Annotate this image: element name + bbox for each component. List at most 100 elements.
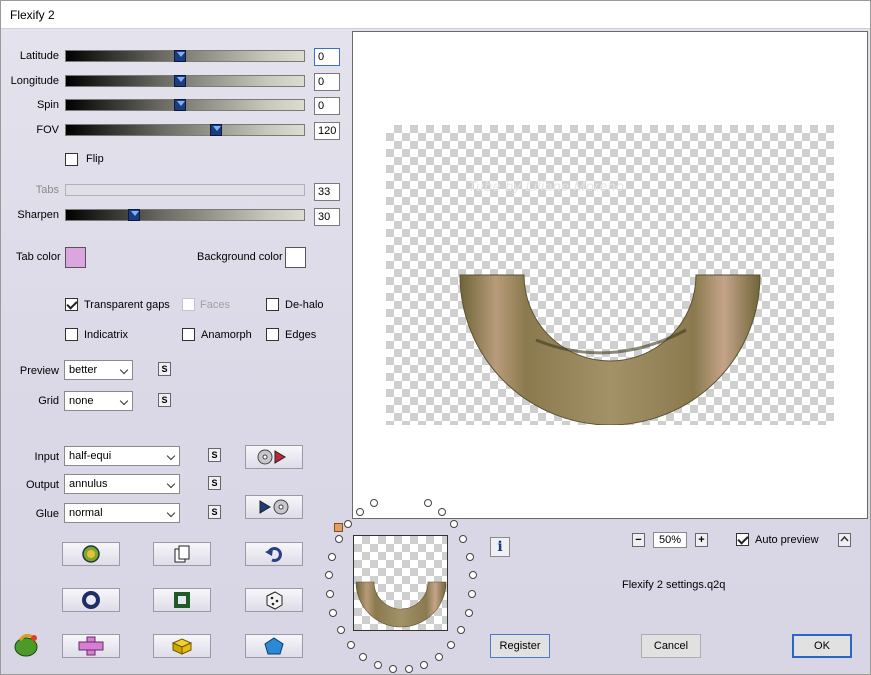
spin-slider[interactable] (65, 99, 305, 111)
indicatrix-checkbox[interactable] (65, 328, 78, 341)
sharpen-label: Sharpen (17, 209, 59, 221)
navigator-dot[interactable] (457, 626, 466, 635)
slider-thumb[interactable] (210, 124, 222, 136)
transparent-gaps-checkbox[interactable] (65, 298, 78, 311)
fov-label: FOV (36, 124, 59, 136)
navigator-dot[interactable] (344, 520, 353, 528)
navigator-dot[interactable] (437, 507, 446, 516)
slider-thumb[interactable] (174, 75, 186, 87)
navigator-dot[interactable] (420, 660, 429, 669)
slider-thumb[interactable] (174, 99, 186, 111)
grid-select[interactable]: none (64, 391, 133, 411)
latitude-value[interactable]: 0 (314, 48, 340, 66)
navigator-dot[interactable] (423, 498, 432, 507)
sharpen-value[interactable]: 30 (314, 208, 340, 226)
navigator-dot[interactable] (346, 640, 355, 649)
longitude-label: Longitude (10, 75, 59, 87)
slider-thumb[interactable] (128, 209, 140, 221)
register-button[interactable]: Register (490, 634, 550, 658)
auto-preview-checkbox[interactable] (736, 533, 749, 546)
navigator-dot[interactable] (336, 626, 345, 635)
fov-value[interactable]: 120 (314, 122, 340, 140)
play-disc-icon (259, 499, 289, 515)
spin-value[interactable]: 0 (314, 97, 340, 115)
play-input-button[interactable] (245, 445, 303, 469)
collapse-button[interactable] (838, 533, 851, 547)
thumbnail-handle[interactable] (334, 523, 343, 532)
cross-icon (78, 636, 104, 656)
undo-button[interactable] (245, 542, 303, 566)
navigator-dot[interactable] (325, 590, 334, 599)
navigator-dot[interactable] (449, 520, 458, 528)
slider-thumb[interactable] (174, 50, 186, 62)
preview-s-button[interactable]: S (158, 362, 171, 376)
transparent-gaps-label: Transparent gaps (84, 299, 170, 311)
title-bar: Flexify 2 (1, 1, 870, 29)
ok-button[interactable]: OK (792, 634, 852, 658)
disc-play-icon (257, 449, 286, 465)
navigator-dot[interactable] (464, 608, 473, 617)
edges-label: Edges (285, 329, 317, 341)
frame-button[interactable] (153, 588, 211, 612)
cube-button[interactable] (153, 634, 211, 658)
navigator-dot[interactable] (325, 571, 334, 580)
navigator-dot[interactable] (359, 652, 368, 661)
grid-s-button[interactable]: S (158, 393, 171, 407)
navigator-dot[interactable] (465, 552, 474, 561)
navigator-dot[interactable] (404, 664, 413, 673)
fov-slider[interactable] (65, 124, 305, 136)
glue-s-button[interactable]: S (208, 505, 221, 519)
cancel-button[interactable]: Cancel (641, 634, 701, 658)
output-select[interactable]: annulus (64, 474, 180, 494)
input-select[interactable]: half-equi (64, 446, 180, 466)
longitude-slider[interactable] (65, 75, 305, 87)
cross-button[interactable] (62, 634, 120, 658)
flexify-dialog: Flexify 2 Latitude 0 Longitude 0 Spin 0 … (0, 0, 871, 675)
input-select-value: half-equi (69, 450, 112, 462)
tabs-label: Tabs (35, 184, 59, 196)
anamorph-checkbox[interactable] (182, 328, 195, 341)
navigator-dot[interactable] (373, 660, 382, 669)
sharpen-slider[interactable] (65, 209, 305, 221)
glue-select[interactable]: normal (64, 503, 180, 523)
info-icon[interactable]: i (490, 537, 510, 557)
navigator-dot[interactable] (328, 552, 337, 561)
copy-button[interactable] (153, 542, 211, 566)
dice-button[interactable] (245, 588, 303, 612)
navigator-dot[interactable] (334, 535, 343, 544)
output-label: Output (25, 479, 59, 491)
thumbnail-preview[interactable] (353, 535, 448, 631)
faces-checkbox (182, 298, 195, 311)
background-color-swatch[interactable] (285, 247, 306, 268)
random-button[interactable] (62, 542, 120, 566)
de-halo-checkbox[interactable] (266, 298, 279, 311)
navigator-dot[interactable] (329, 608, 338, 617)
spin-label: Spin (36, 99, 59, 111)
tabs-slider (65, 184, 305, 196)
zoom-out-button[interactable]: − (632, 533, 645, 547)
glue-label: Glue (35, 508, 59, 520)
navigator-dot[interactable] (459, 535, 468, 544)
tabs-value[interactable]: 33 (314, 183, 340, 201)
dialog-client: Latitude 0 Longitude 0 Spin 0 FOV 120 Fl… (1, 29, 870, 674)
navigator-dot[interactable] (447, 640, 456, 649)
output-s-button[interactable]: S (208, 476, 221, 490)
input-s-button[interactable]: S (208, 448, 221, 462)
cube-icon (171, 638, 193, 655)
flip-checkbox[interactable] (65, 153, 78, 166)
longitude-value[interactable]: 0 (314, 73, 340, 91)
navigator-dot[interactable] (389, 664, 398, 673)
pentagon-button[interactable] (245, 634, 303, 658)
preview-select[interactable]: better (64, 360, 133, 380)
latitude-slider[interactable] (65, 50, 305, 62)
tab-color-swatch[interactable] (65, 247, 86, 268)
flip-label: Flip (86, 153, 104, 165)
ring-button[interactable] (62, 588, 120, 612)
zoom-in-button[interactable]: + (695, 533, 708, 547)
edges-checkbox[interactable] (266, 328, 279, 341)
navigator-dot[interactable] (468, 590, 477, 599)
navigator-dot[interactable] (434, 652, 443, 661)
preview-pane[interactable]: Tube by Liliane Moreno (352, 31, 868, 519)
play-output-button[interactable] (245, 495, 303, 519)
navigator-dot[interactable] (468, 571, 477, 580)
